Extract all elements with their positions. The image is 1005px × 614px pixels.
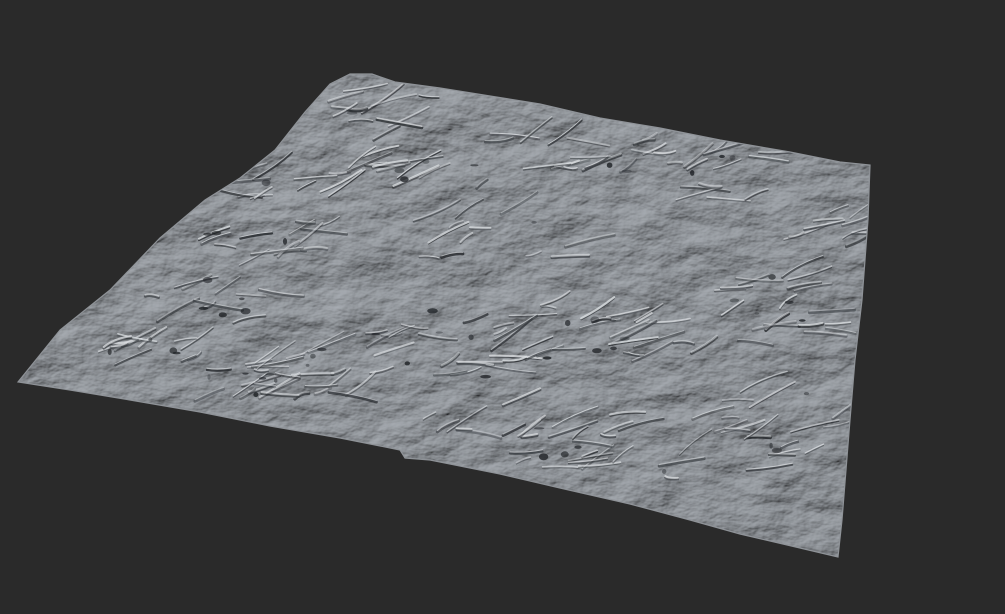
terrain-crevice [107, 348, 112, 355]
terrain-crevice [240, 308, 251, 315]
terrain-crevice [771, 447, 782, 454]
terrain-crevice [400, 176, 409, 183]
terrain-crevice [729, 155, 736, 161]
terrain-crevice [619, 336, 630, 341]
3d-viewport[interactable] [0, 0, 1005, 614]
terrain-crevice [317, 347, 327, 352]
terrain-crevice [206, 232, 216, 235]
terrain-crevice [480, 374, 491, 379]
terrain-crevice [690, 170, 695, 176]
terrain-crevice [606, 162, 613, 168]
terrain-surface [18, 74, 870, 557]
terrain-crevice [148, 337, 153, 342]
terrain-crevice [662, 469, 667, 474]
terrain-crevice [346, 111, 358, 115]
ridge-shadow [721, 416, 740, 420]
terrain-crevice [239, 297, 245, 301]
ridge-highlight [469, 226, 492, 229]
ridge-shadow [767, 453, 797, 457]
terrain-crevice [590, 316, 600, 324]
terrain-crevice [202, 277, 213, 284]
terrain-render[interactable] [0, 0, 1005, 614]
terrain-crevice [470, 164, 479, 167]
terrain-crevice [394, 167, 405, 174]
terrain-crevice [592, 348, 602, 354]
terrain-crevice [542, 356, 552, 360]
terrain-crevice [768, 274, 776, 280]
terrain-crevice [305, 363, 310, 367]
terrain-crevice [803, 392, 810, 396]
terrain-crevice [310, 353, 316, 359]
terrain-crevice [282, 238, 288, 245]
terrain-crevice [610, 346, 617, 351]
ridge-shadow [667, 162, 683, 166]
terrain-crevice [534, 427, 545, 430]
terrain-crevice [265, 373, 275, 376]
terrain-crevice [769, 442, 773, 449]
terrain-crevice [258, 377, 267, 380]
terrain-crevice [799, 319, 806, 322]
terrain-crevice [468, 334, 474, 340]
ridge-highlight [455, 427, 473, 430]
terrain-crevice [621, 169, 632, 173]
terrain-crevice [435, 331, 443, 334]
ridge-highlight [667, 160, 683, 164]
terrain-crevice [253, 392, 259, 398]
terrain-crevice [560, 451, 569, 458]
terrain-crevice [274, 378, 278, 383]
terrain-crevice [371, 332, 381, 336]
ridge-shadow [469, 227, 492, 231]
terrain-crevice [784, 300, 794, 304]
terrain-crevice [427, 308, 438, 314]
terrain-crevice [198, 306, 209, 310]
terrain-crevice [719, 154, 725, 159]
terrain-crevice [422, 159, 430, 164]
terrain-crevice [538, 453, 549, 461]
terrain-crevice [172, 351, 181, 355]
terrain-crevice [574, 445, 582, 449]
terrain-crevice [218, 312, 227, 318]
terrain-crevice [610, 319, 617, 322]
terrain-crevice [531, 221, 537, 224]
ridge-highlight [768, 452, 796, 456]
terrain-crevice [242, 372, 249, 375]
terrain-crevice [729, 298, 740, 303]
ridge-shadow [746, 435, 772, 440]
terrain-crevice [207, 374, 211, 380]
terrain-crevice [261, 179, 271, 187]
terrain-crevice [754, 312, 759, 315]
terrain-crevice [404, 361, 410, 366]
terrain-crevice [565, 320, 571, 327]
